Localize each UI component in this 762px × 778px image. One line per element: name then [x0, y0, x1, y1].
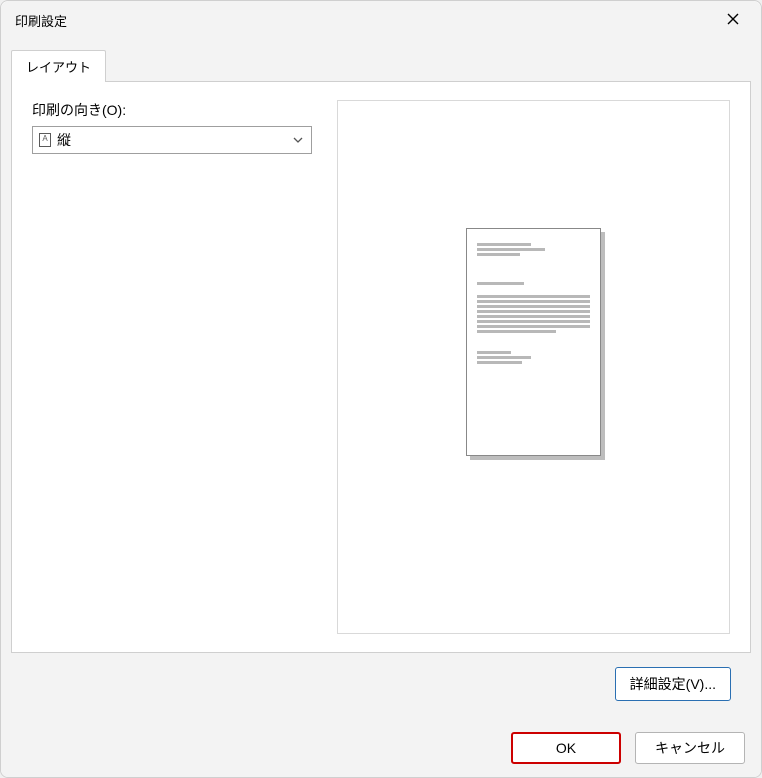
print-settings-dialog: 印刷設定 レイアウト 印刷の向き(O): A 縦	[0, 0, 762, 778]
dialog-footer: OK キャンセル	[1, 719, 761, 777]
orientation-combobox[interactable]: A 縦	[32, 126, 312, 154]
advanced-row: 詳細設定(V)...	[11, 653, 751, 719]
page-preview	[466, 228, 601, 456]
close-button[interactable]	[711, 5, 755, 35]
dialog-body: レイアウト 印刷の向き(O): A 縦	[1, 39, 761, 719]
portrait-icon: A	[39, 133, 51, 147]
preview-pane	[337, 100, 730, 634]
close-icon	[727, 13, 739, 28]
orientation-selected-value: 縦	[57, 130, 71, 150]
orientation-section: 印刷の向き(O): A 縦	[32, 100, 317, 634]
orientation-label: 印刷の向き(O):	[32, 100, 317, 120]
chevron-down-icon	[293, 135, 303, 145]
ok-button[interactable]: OK	[511, 732, 621, 764]
tab-content: 印刷の向き(O): A 縦	[11, 81, 751, 653]
tab-strip: レイアウト	[11, 51, 751, 81]
cancel-button[interactable]: キャンセル	[635, 732, 745, 764]
titlebar: 印刷設定	[1, 1, 761, 39]
tab-layout[interactable]: レイアウト	[11, 50, 106, 82]
advanced-button[interactable]: 詳細設定(V)...	[615, 667, 731, 701]
dialog-title: 印刷設定	[15, 11, 67, 30]
tab-label: レイアウト	[26, 60, 91, 75]
